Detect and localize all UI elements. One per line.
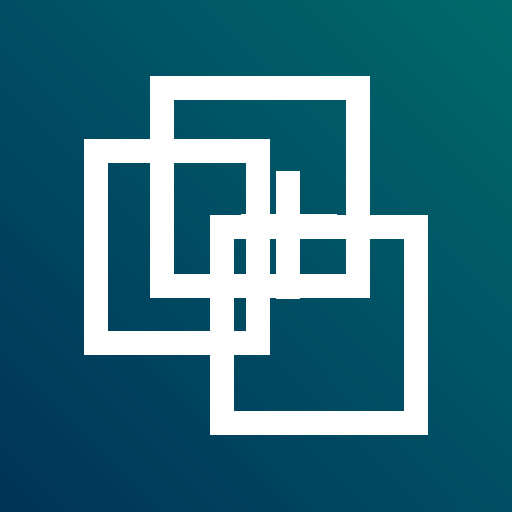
- overlapping-squares-plus-icon: [84, 76, 428, 435]
- app-icon: [0, 0, 512, 512]
